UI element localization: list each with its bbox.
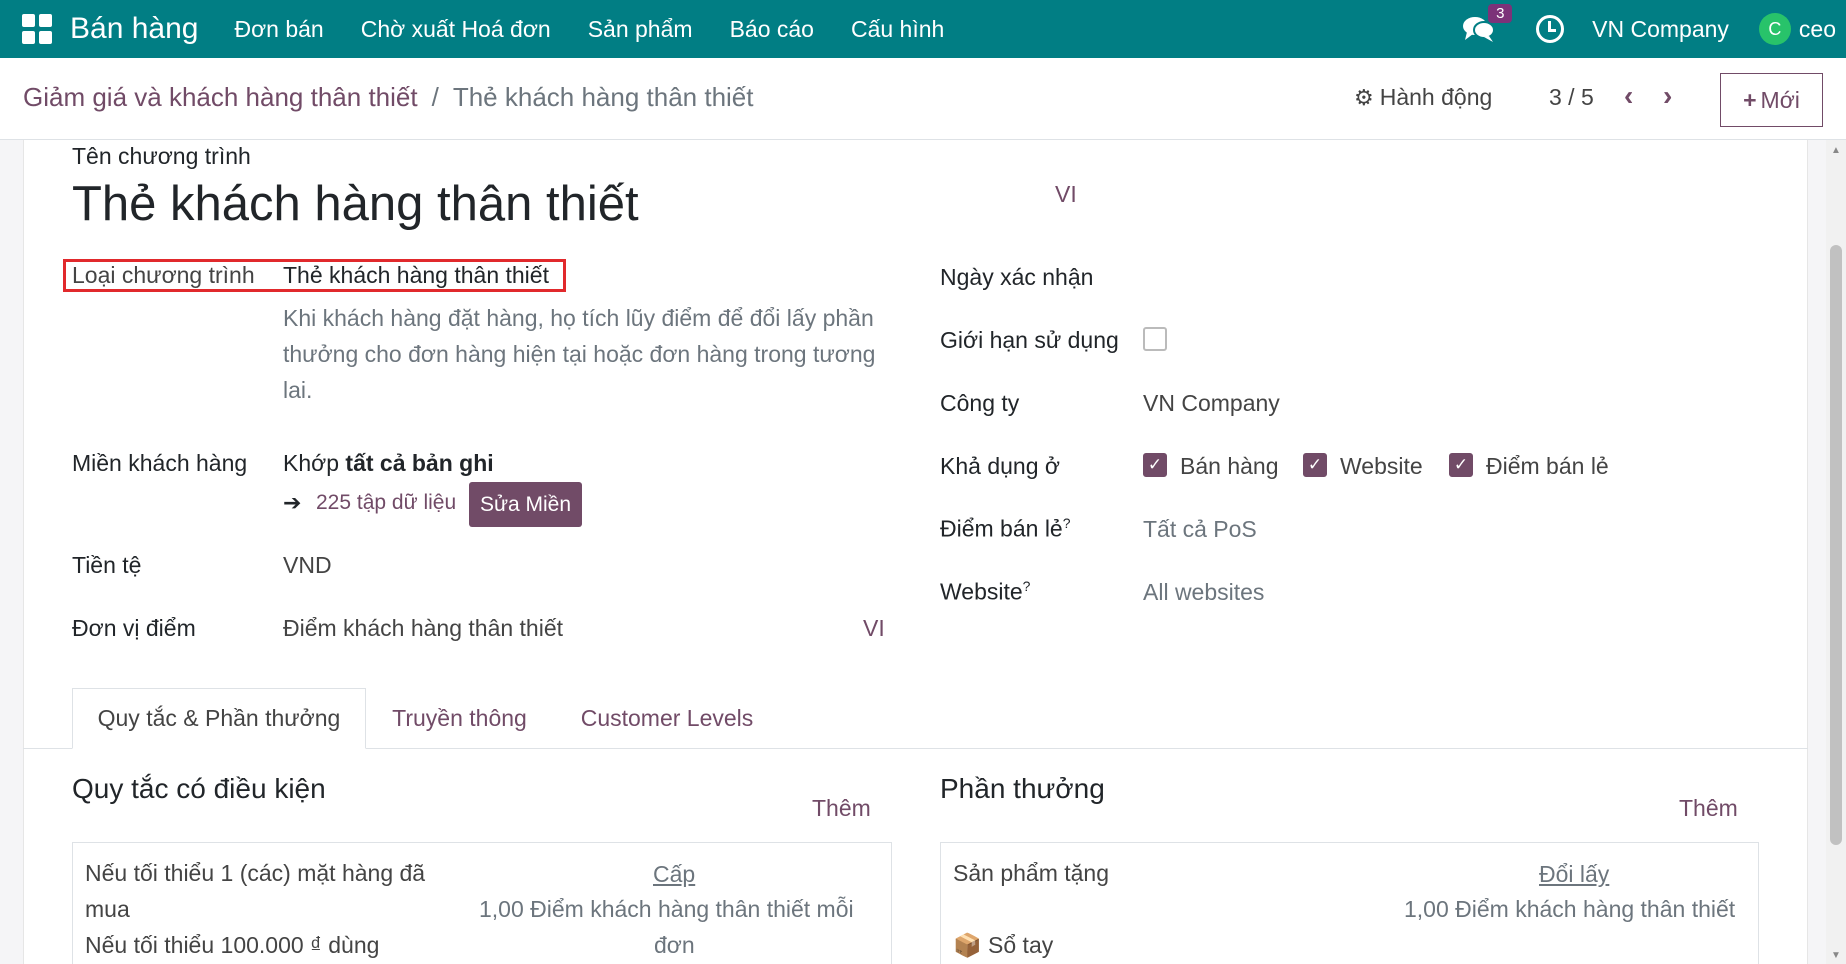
company-label: Công ty bbox=[940, 390, 1020, 416]
domain-records-link[interactable]: 225 tập dữ liệu bbox=[316, 491, 456, 515]
pos-help-mark[interactable]: ? bbox=[1063, 515, 1071, 531]
currency-label: Tiền tệ bbox=[72, 552, 142, 578]
pager-previous-icon[interactable]: ‹ bbox=[1624, 80, 1633, 112]
breadcrumb-current: Thẻ khách hàng thân thiết bbox=[452, 82, 754, 112]
rule-condition-line2: mua bbox=[85, 896, 130, 922]
breadcrumb: Giảm giá và khách hàng thân thiết / Thẻ … bbox=[23, 82, 754, 113]
pos-label-text: Điểm bán lẻ bbox=[940, 515, 1063, 542]
available-website-label: Website bbox=[1340, 453, 1423, 479]
reward-redeem-link[interactable]: Đổi lấy bbox=[1539, 861, 1609, 888]
rewards-title: Phần thưởng bbox=[940, 773, 1105, 804]
scrollbar-thumb[interactable] bbox=[1830, 245, 1842, 845]
website-help-mark[interactable]: ? bbox=[1023, 578, 1031, 594]
available-pos-label: Điểm bán lẻ bbox=[1486, 453, 1609, 479]
rule-grant-link[interactable]: Cấp bbox=[653, 861, 695, 888]
menu-orders[interactable]: Đơn bán bbox=[234, 16, 323, 43]
rule-condition-line1: Nếu tối thiểu 1 (các) mặt hàng đã bbox=[85, 860, 426, 886]
point-unit-field[interactable]: Điểm khách hàng thân thiết bbox=[283, 615, 563, 642]
new-button[interactable]: + Mới bbox=[1720, 73, 1823, 127]
apps-menu-icon[interactable] bbox=[22, 14, 52, 44]
pos-label: Điểm bán lẻ? bbox=[940, 515, 1071, 543]
available-on-label: Khả dụng ở bbox=[940, 453, 1060, 479]
website-field[interactable]: All websites bbox=[1143, 579, 1264, 606]
available-pos-checkbox[interactable]: ✓ bbox=[1449, 453, 1473, 477]
program-name-field[interactable]: Thẻ khách hàng thân thiết bbox=[72, 176, 639, 232]
reward-redeem-line1: 1,00 Điểm khách hàng thân thiết bbox=[1404, 896, 1736, 922]
breadcrumb-parent[interactable]: Giảm giá và khách hàng thân thiết bbox=[23, 82, 418, 113]
arrow-right-icon: ➔ bbox=[283, 490, 302, 515]
avatar[interactable]: C bbox=[1758, 13, 1791, 45]
scroll-up-icon[interactable]: ▲ bbox=[1831, 145, 1841, 156]
website-label-text: Website bbox=[940, 578, 1023, 605]
program-type-field[interactable]: Thẻ khách hàng thân thiết bbox=[283, 262, 549, 289]
program-name-lang-button[interactable]: VI bbox=[1055, 181, 1077, 208]
rewards-add-link[interactable]: Thêm bbox=[1679, 795, 1738, 822]
app-brand[interactable]: Bán hàng bbox=[70, 12, 198, 46]
website-label: Website? bbox=[940, 578, 1030, 606]
plus-icon: + bbox=[1743, 86, 1757, 113]
new-label: Mới bbox=[1760, 86, 1800, 113]
scroll-down-icon[interactable]: ▼ bbox=[1831, 950, 1841, 961]
domain-match-text: Khớp tất cả bản ghi bbox=[283, 450, 494, 477]
gear-icon: ⚙ bbox=[1354, 84, 1374, 110]
company-field[interactable]: VN Company bbox=[1143, 390, 1280, 417]
usage-limit-checkbox[interactable] bbox=[1143, 327, 1167, 351]
program-type-description: Khi khách hàng đặt hàng, họ tích lũy điể… bbox=[283, 305, 876, 403]
point-unit-label: Đơn vị điểm bbox=[72, 615, 196, 641]
rule-grant-line1: 1,00 Điểm khách hàng thân thiết mỗi bbox=[479, 896, 854, 922]
reward-product-name: Sổ tay bbox=[988, 932, 1054, 958]
tab-communications[interactable]: Truyền thông bbox=[372, 688, 547, 749]
tab-customer-levels[interactable]: Customer Levels bbox=[557, 688, 777, 749]
pager-value[interactable]: 3 / 5 bbox=[1549, 84, 1594, 111]
available-sales-label: Bán hàng bbox=[1180, 453, 1279, 479]
messages-button[interactable]: 3 bbox=[1462, 4, 1513, 44]
rules-add-link[interactable]: Thêm bbox=[812, 795, 871, 822]
domain-match-prefix: Khớp bbox=[283, 450, 340, 476]
currency-field[interactable]: VND bbox=[283, 552, 332, 579]
menu-products[interactable]: Sản phẩm bbox=[588, 16, 693, 43]
tab-rules-rewards[interactable]: Quy tắc & Phần thưởng bbox=[72, 688, 366, 749]
menu-to-invoice[interactable]: Chờ xuất Hoá đơn bbox=[361, 16, 551, 43]
messages-badge: 3 bbox=[1488, 4, 1513, 23]
top-navbar: Bán hàng Đơn bán Chờ xuất Hoá đơn Sản ph… bbox=[0, 0, 1846, 58]
menu-reporting[interactable]: Báo cáo bbox=[730, 16, 814, 43]
rule-condition-line3: Nếu tối thiểu 100.000 ₫ dùng bbox=[85, 932, 380, 958]
domain-match-bold: tất cả bản ghi bbox=[345, 450, 494, 476]
menu-configuration[interactable]: Cấu hình bbox=[851, 16, 944, 43]
sheet-background-left bbox=[0, 140, 23, 964]
breadcrumb-separator: / bbox=[431, 82, 439, 112]
action-button[interactable]: ⚙ Hành động bbox=[1354, 84, 1492, 111]
pos-field[interactable]: Tất cả PoS bbox=[1143, 516, 1257, 543]
date-label: Ngày xác nhận bbox=[940, 264, 1094, 290]
edit-domain-button[interactable]: Sửa Miền bbox=[469, 482, 582, 527]
reward-product-row: 📦 Sổ tay bbox=[953, 927, 1053, 963]
rules-title: Quy tắc có điều kiện bbox=[72, 773, 326, 804]
activity-clock-icon[interactable] bbox=[1536, 15, 1565, 43]
action-label: Hành động bbox=[1379, 84, 1493, 110]
rule-grant-line2: đơn bbox=[654, 932, 695, 958]
box-icon: 📦 bbox=[953, 932, 982, 958]
program-name-label: Tên chương trình bbox=[72, 143, 251, 169]
company-switcher[interactable]: VN Company bbox=[1592, 16, 1729, 43]
user-menu[interactable]: ceo bbox=[1799, 16, 1836, 43]
program-type-label: Loại chương trình bbox=[72, 262, 255, 288]
control-panel: Giảm giá và khách hàng thân thiết / Thẻ … bbox=[0, 58, 1846, 140]
available-website-checkbox[interactable]: ✓ bbox=[1303, 453, 1327, 477]
point-unit-lang-button[interactable]: VI bbox=[863, 615, 885, 642]
pager-next-icon[interactable]: › bbox=[1663, 80, 1672, 112]
usage-limit-label: Giới hạn sử dụng bbox=[940, 327, 1119, 353]
customer-domain-label: Miền khách hàng bbox=[72, 450, 248, 476]
reward-type: Sản phẩm tặng bbox=[953, 860, 1110, 886]
available-sales-checkbox[interactable]: ✓ bbox=[1143, 453, 1167, 477]
